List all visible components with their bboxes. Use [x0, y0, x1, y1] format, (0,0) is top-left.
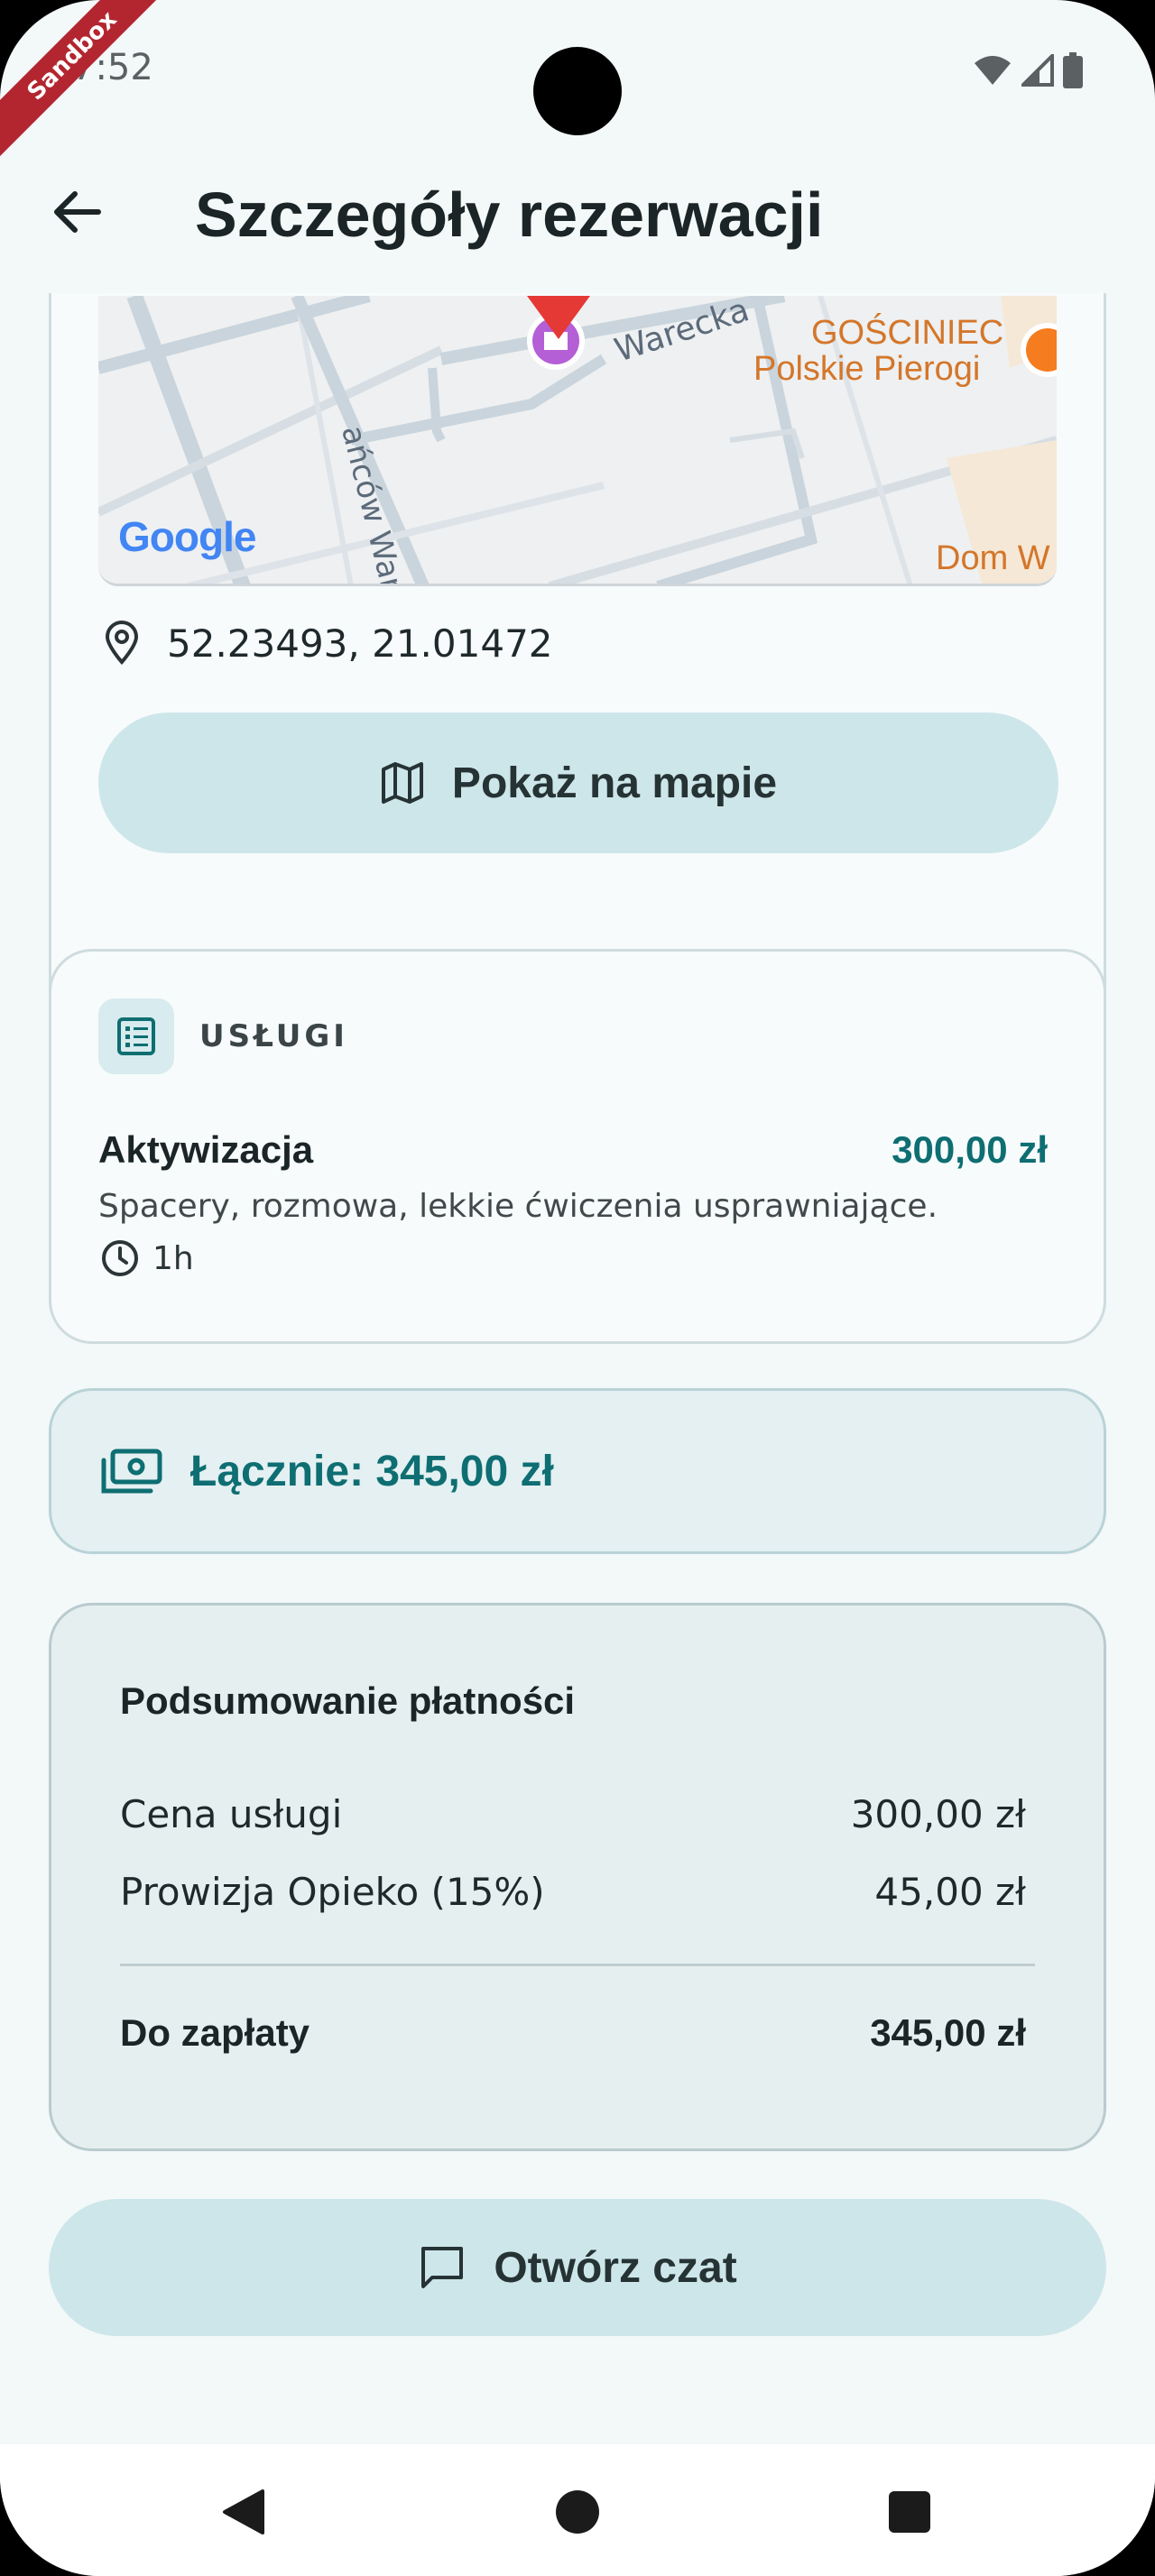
services-header: USŁUGI — [98, 998, 348, 1074]
total-amount: Łącznie: 345,00 zł — [190, 1447, 554, 1495]
scroll-content[interactable]: Warecka ańców Warszawy GOŚCINIEC Polskie… — [0, 293, 1155, 2444]
services-section-label: USŁUGI — [199, 1018, 348, 1054]
nav-back-button[interactable] — [212, 2480, 275, 2544]
google-logo: Google — [118, 513, 256, 560]
app-bar: Szczegóły rezerwacji — [0, 153, 1155, 289]
clock-icon — [102, 1240, 138, 1276]
service-duration-text: 1h — [152, 1239, 194, 1277]
open-chat-button[interactable]: Otwórz czat — [49, 2199, 1106, 2336]
map-icon — [381, 762, 423, 804]
chat-bubble-icon — [421, 2247, 464, 2288]
payment-summary-card: Podsumowanie płatności Cena usługi 300,0… — [49, 1603, 1106, 2151]
banknote-icon — [101, 1449, 162, 1494]
status-icons — [973, 52, 1083, 88]
page-title: Szczegóły rezerwacji — [195, 179, 824, 250]
services-card: USŁUGI Aktywizacja 300,00 zł Spacery, ro… — [49, 949, 1106, 1344]
nav-recents-button[interactable] — [878, 2480, 941, 2544]
camera-cutout — [533, 47, 622, 135]
commission-value: 45,00 zł — [874, 1870, 1026, 1914]
map-pin-icon — [105, 621, 139, 666]
service-price-label: Cena usługi — [120, 1792, 343, 1836]
triangle-back-icon — [223, 2489, 264, 2535]
system-nav-bar — [0, 2444, 1155, 2576]
phone-screen: 7:52 Sandbox Szczegóły rezerwacji Wareck… — [0, 0, 1155, 2576]
battery-icon — [1063, 52, 1083, 88]
nav-home-button[interactable] — [546, 2480, 609, 2544]
show-on-map-button[interactable]: Pokaż na mapie — [98, 713, 1058, 853]
coordinates-text: 52.23493, 21.01472 — [167, 621, 553, 666]
coordinates-row: 52.23493, 21.01472 — [104, 621, 553, 666]
total-card: Łącznie: 345,00 zł — [49, 1388, 1106, 1554]
map-poi-label: Dom W — [936, 539, 1050, 577]
map-preview[interactable]: Warecka ańców Warszawy GOŚCINIEC Polskie… — [98, 296, 1057, 586]
service-price-row: Cena usługi 300,00 zł — [120, 1792, 1026, 1836]
payment-summary-title: Podsumowanie płatności — [120, 1679, 576, 1722]
to-pay-row: Do zapłaty 345,00 zł — [120, 2011, 1026, 2055]
circle-home-icon — [556, 2490, 599, 2534]
services-icon-box — [98, 998, 174, 1074]
commission-label: Prowizja Opieko (15%) — [120, 1870, 545, 1914]
signal-icon — [1021, 54, 1054, 87]
open-chat-label: Otwórz czat — [494, 2243, 737, 2292]
show-on-map-label: Pokaż na mapie — [451, 759, 778, 807]
map-poi-label: Polskie Pierogi — [753, 350, 981, 388]
service-duration: 1h — [100, 1238, 194, 1278]
back-button[interactable] — [45, 180, 108, 244]
wifi-icon — [975, 56, 1011, 85]
summary-divider — [120, 1964, 1035, 1966]
service-price: 300,00 zł — [892, 1128, 1048, 1171]
service-description: Spacery, rozmowa, lekkie ćwiczenia uspra… — [98, 1188, 938, 1225]
to-pay-label: Do zapłaty — [120, 2011, 310, 2054]
arrow-left-icon — [54, 191, 101, 233]
service-name: Aktywizacja — [98, 1128, 314, 1171]
to-pay-value: 345,00 zł — [870, 2011, 1026, 2054]
service-price-value: 300,00 zł — [850, 1792, 1026, 1836]
square-recents-icon — [889, 2491, 930, 2533]
list-document-icon — [117, 1017, 155, 1055]
commission-row: Prowizja Opieko (15%) 45,00 zł — [120, 1870, 1026, 1914]
status-bar: 7:52 Sandbox — [0, 0, 1155, 166]
map-poi-label: GOŚCINIEC — [811, 314, 1004, 352]
